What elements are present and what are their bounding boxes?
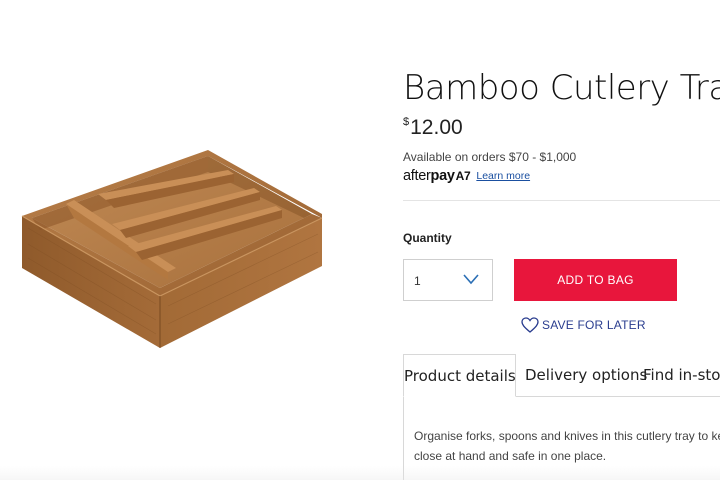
cutlery-tray-illustration (21, 150, 323, 348)
save-for-later-label: SAVE FOR LATER (542, 318, 646, 332)
tab-product-details[interactable]: Product details (403, 354, 516, 397)
bottom-fade (0, 466, 720, 480)
description-line-2: close at hand and safe in one place. (414, 449, 607, 463)
product-page: Bamboo Cutlery Tray $12.00 Available on … (0, 0, 720, 480)
price-value: 12.00 (410, 116, 463, 139)
afterpay-mark-icon: A7 (455, 169, 471, 183)
afterpay-learn-more-link[interactable]: Learn more (476, 170, 530, 182)
afterpay-logo-light: after (403, 168, 431, 184)
quantity-value: 1 (414, 274, 421, 288)
afterpay-row: afterpayA7 Learn more (403, 168, 530, 184)
heart-icon (521, 317, 539, 333)
description-line-1: Organise forks, spoons and knives in thi… (414, 429, 720, 443)
afterpay-availability: Available on orders $70 - $1,000 (403, 150, 577, 164)
quantity-select[interactable]: 1 (403, 259, 493, 301)
chevron-down-icon (463, 274, 479, 285)
product-title: Bamboo Cutlery Tray (403, 68, 720, 108)
add-to-bag-button[interactable]: ADD TO BAG (514, 259, 677, 301)
tab-delivery-options[interactable]: Delivery options (525, 354, 647, 397)
product-description: Organise forks, spoons and knives in thi… (414, 426, 720, 466)
afterpay-logo: afterpayA7 (403, 168, 471, 184)
afterpay-logo-bold: pay (430, 168, 455, 184)
save-for-later-button[interactable]: SAVE FOR LATER (521, 317, 646, 333)
currency-symbol: $ (403, 116, 410, 128)
product-info: Bamboo Cutlery Tray $12.00 Available on … (403, 0, 720, 480)
divider (403, 200, 720, 201)
quantity-label: Quantity (403, 231, 452, 245)
product-image[interactable] (18, 148, 328, 358)
product-price: $12.00 (403, 116, 463, 140)
tab-find-in-store[interactable]: Find in-store (643, 354, 720, 397)
